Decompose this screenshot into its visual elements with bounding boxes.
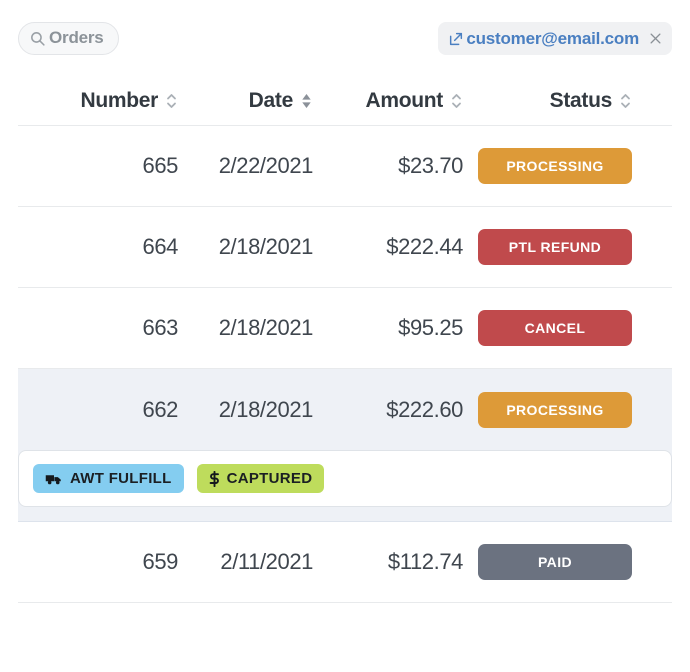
table-row[interactable]: 664 2/18/2021 $222.44 PTL REFUND (18, 207, 672, 288)
close-icon[interactable] (648, 31, 663, 46)
order-amount: $222.60 (386, 396, 463, 422)
column-header-date-label: Date (248, 88, 294, 112)
status-badge[interactable]: CANCEL (478, 310, 632, 346)
customer-email-text: customer@email.com (466, 28, 639, 48)
order-number: 664 (142, 234, 178, 259)
order-detail-panel: AWT FULFILL CAPTURED (18, 450, 672, 507)
order-date: 2/18/2021 (218, 396, 314, 422)
column-header-date[interactable]: Date (178, 89, 313, 113)
truck-icon (45, 474, 61, 484)
column-header-amount[interactable]: Amount (313, 89, 463, 113)
order-amount: $95.25 (398, 315, 463, 340)
external-link-icon (450, 32, 463, 45)
order-number: 663 (142, 315, 178, 340)
sort-icon-date[interactable] (300, 92, 313, 110)
order-status-cell: PAID (463, 544, 632, 580)
table-row[interactable]: 659 2/11/2021 $112.74 PAID (18, 522, 672, 603)
order-date: 2/22/2021 (218, 153, 314, 178)
order-date: 2/18/2021 (218, 315, 314, 340)
detail-chip-label: AWT FULFILL (70, 470, 172, 487)
order-row-663[interactable]: 663 2/18/2021 $95.25 CANCEL (18, 288, 672, 369)
order-date: 2/18/2021 (218, 234, 314, 259)
orders-panel: Orders customer@email.com Number Date Am… (0, 0, 690, 672)
status-badge[interactable]: PROCESSING (478, 391, 632, 428)
order-number: 662 (142, 396, 178, 422)
sort-icon-status[interactable] (619, 92, 632, 110)
order-row-662[interactable]: 662 2/18/2021 $222.60 PROCESSING (18, 369, 672, 450)
order-date: 2/11/2021 (220, 549, 313, 574)
column-header-status[interactable]: Status (463, 89, 632, 113)
order-status-cell: PROCESSING (463, 148, 632, 184)
column-header-status-label: Status (549, 88, 613, 112)
dollar-icon (209, 470, 219, 487)
sort-icon-amount[interactable] (450, 92, 463, 110)
column-header-number-label: Number (80, 88, 158, 112)
order-row-665[interactable]: 665 2/22/2021 $23.70 PROCESSING (18, 126, 672, 207)
order-amount: $112.74 (387, 549, 463, 574)
order-number: 665 (142, 153, 178, 178)
order-amount: $23.70 (398, 153, 463, 178)
order-row-659[interactable]: 659 2/11/2021 $112.74 PAID (18, 522, 672, 603)
search-icon (31, 31, 45, 46)
orders-table: Number Date Amount Status 665 2/22/2021 … (0, 76, 690, 603)
orders-search-pill[interactable]: Orders (18, 21, 119, 55)
order-status-cell: PROCESSING (463, 391, 632, 428)
detail-chip-truck[interactable]: AWT FULFILL (33, 464, 184, 493)
table-row[interactable]: 663 2/18/2021 $95.25 CANCEL (18, 288, 672, 369)
order-number: 659 (142, 549, 178, 574)
order-status-cell: CANCEL (463, 310, 632, 346)
table-row[interactable]: 662 2/18/2021 $222.60 PROCESSING AWT FULFILL… (18, 369, 672, 522)
orders-search-label: Orders (49, 28, 104, 47)
table-body: 665 2/22/2021 $23.70 PROCESSING 664 2/18/2021… (18, 126, 672, 603)
status-badge[interactable]: PTL REFUND (478, 229, 632, 265)
order-row-664[interactable]: 664 2/18/2021 $222.44 PTL REFUND (18, 207, 672, 288)
status-badge[interactable]: PAID (478, 544, 632, 580)
order-status-cell: PTL REFUND (463, 229, 632, 265)
order-amount: $222.44 (386, 234, 463, 259)
table-row[interactable]: 665 2/22/2021 $23.70 PROCESSING (18, 126, 672, 207)
sort-icon-number[interactable] (165, 92, 178, 110)
customer-email-tag[interactable]: customer@email.com (438, 22, 672, 55)
detail-chip-dollar[interactable]: CAPTURED (196, 464, 325, 493)
status-badge[interactable]: PROCESSING (478, 148, 632, 184)
table-header-row: Number Date Amount Status (18, 76, 672, 126)
detail-chip-label: CAPTURED (226, 470, 313, 487)
column-header-amount-label: Amount (365, 88, 443, 112)
filter-bar: Orders customer@email.com (0, 0, 690, 76)
column-header-number[interactable]: Number (18, 89, 178, 113)
